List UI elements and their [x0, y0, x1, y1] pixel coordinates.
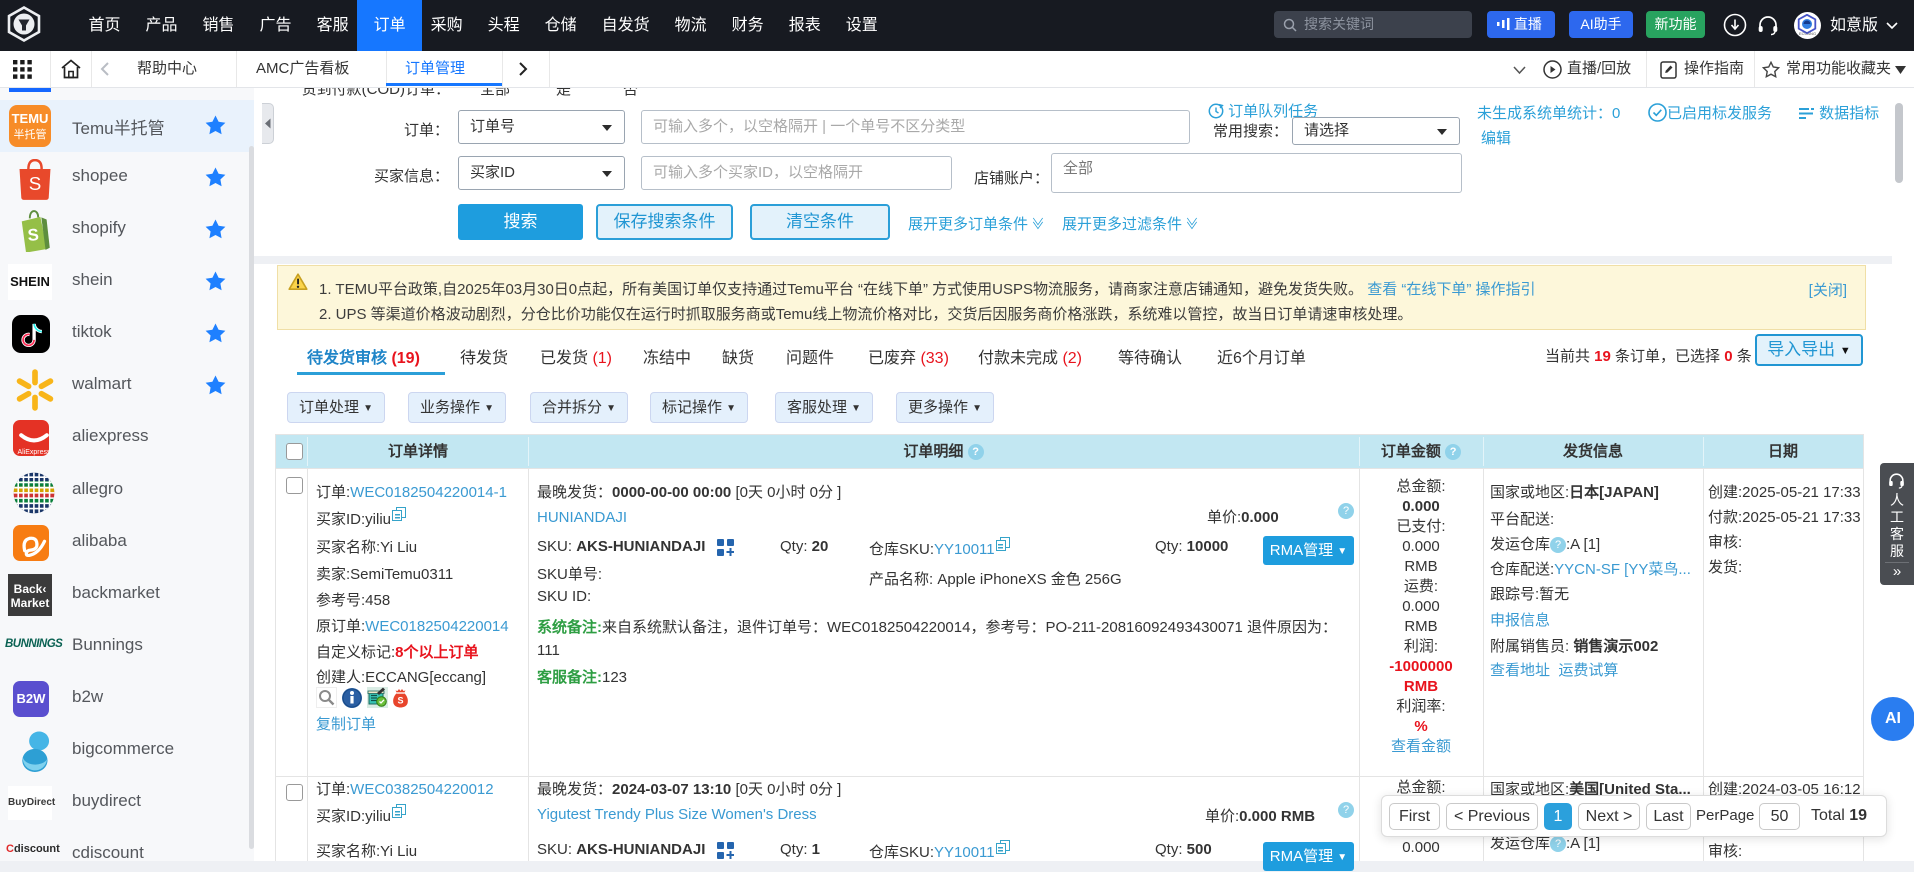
svg-text:S: S — [397, 696, 403, 706]
